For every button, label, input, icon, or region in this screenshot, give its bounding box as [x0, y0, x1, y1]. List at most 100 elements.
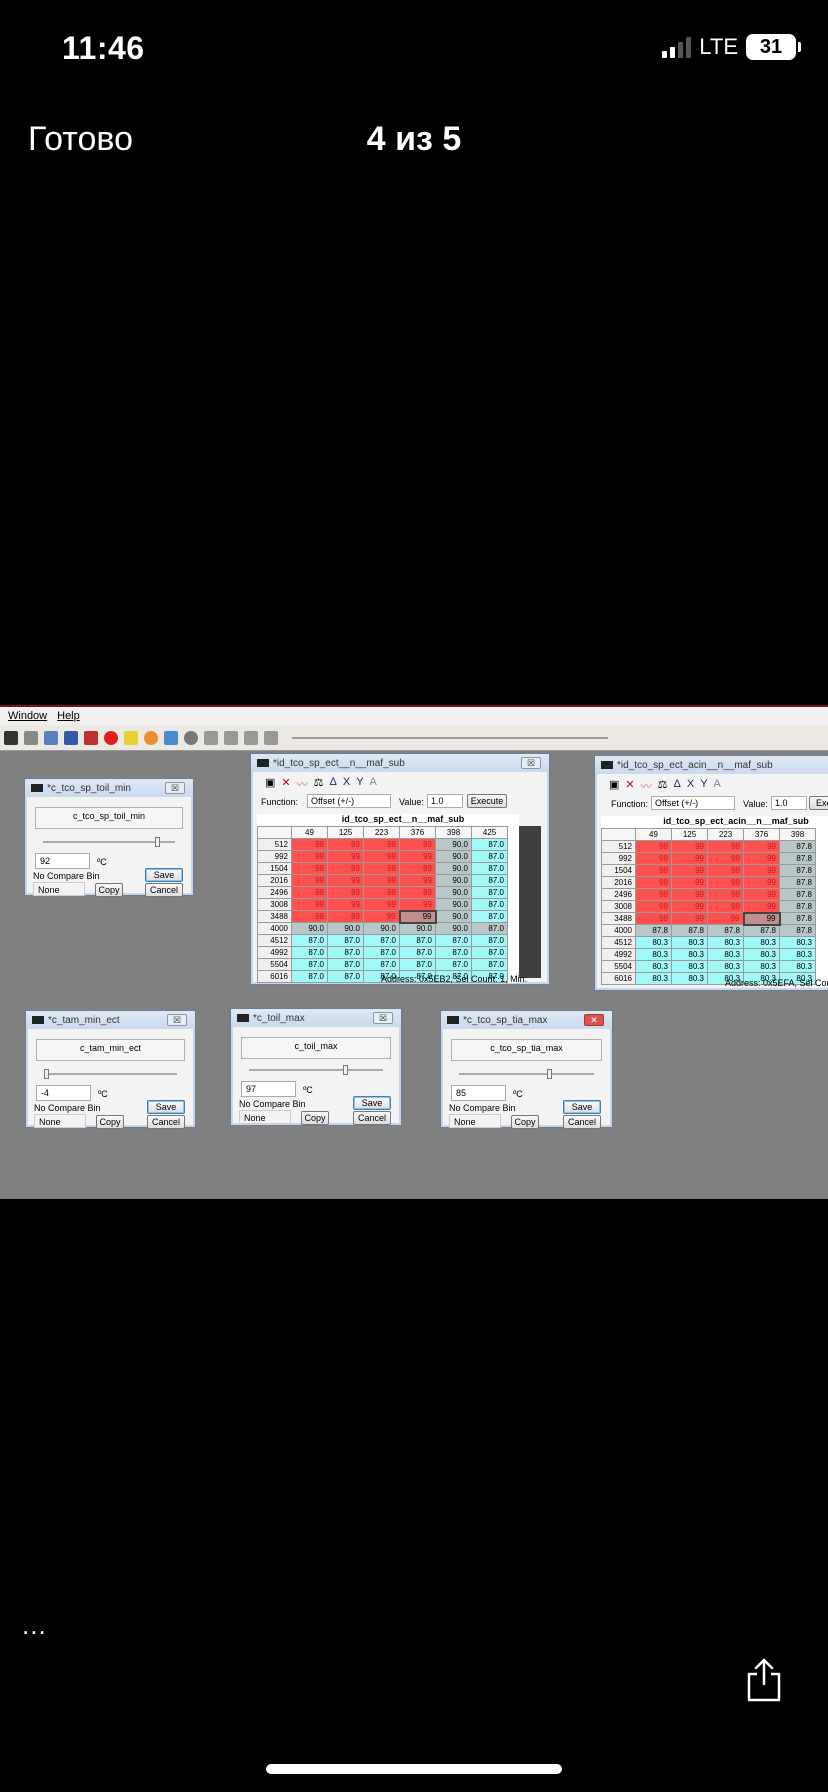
compare-select[interactable]: None — [34, 1114, 86, 1128]
table-cell[interactable]: 99 — [671, 864, 708, 877]
table-cell[interactable]: 90.0 — [435, 910, 472, 923]
close-button[interactable]: ✕ — [584, 1014, 604, 1026]
column-header[interactable]: 376 — [399, 826, 436, 839]
save-button[interactable]: Save — [147, 1100, 185, 1114]
table-cell[interactable]: 99 — [327, 862, 364, 875]
link-icon[interactable] — [44, 730, 58, 745]
play-record-icon[interactable] — [184, 730, 198, 745]
column-header[interactable]: 223 — [363, 826, 400, 839]
table-cell[interactable]: 90.0 — [435, 898, 472, 911]
save-icon[interactable]: ▣ — [609, 778, 619, 794]
column-header[interactable]: 125 — [327, 826, 364, 839]
table-cell[interactable]: 87.0 — [471, 850, 508, 863]
row-header[interactable]: 1504 — [257, 862, 292, 875]
table-cell[interactable]: 99 — [398, 909, 437, 924]
close-button[interactable]: ☒ — [167, 1014, 187, 1026]
table-cell[interactable]: 87.0 — [471, 910, 508, 923]
table-cell[interactable]: 99 — [291, 838, 328, 851]
table-cell[interactable]: 90.0 — [435, 886, 472, 899]
table-cell[interactable]: 87.0 — [291, 970, 328, 983]
row-header[interactable]: 2016 — [601, 876, 636, 889]
table-cell[interactable]: 87.0 — [399, 934, 436, 947]
close-button[interactable]: ☒ — [521, 757, 541, 769]
delta-icon[interactable]: Δ — [330, 776, 337, 792]
row-header[interactable]: 6016 — [257, 970, 292, 983]
table-cell[interactable]: 99 — [743, 900, 780, 913]
column-header[interactable]: 49 — [291, 826, 328, 839]
table-cell[interactable]: 87.0 — [291, 946, 328, 959]
table-cell[interactable]: 87.0 — [291, 958, 328, 971]
table-cell[interactable]: 87.8 — [779, 840, 816, 853]
table-cell[interactable]: 99 — [635, 840, 672, 853]
table-cell[interactable]: 99 — [707, 912, 744, 925]
share-icon[interactable] — [744, 1656, 784, 1702]
table-cell[interactable]: 80.3 — [743, 960, 780, 973]
column-header[interactable]: 223 — [707, 828, 744, 841]
table-cell[interactable]: 80.3 — [707, 936, 744, 949]
scale-icon[interactable]: ⚖ — [658, 778, 668, 794]
table-cell[interactable]: 99 — [399, 874, 436, 887]
table-cell[interactable]: 99 — [671, 852, 708, 865]
x-axis-icon[interactable]: X — [343, 776, 350, 792]
row-header[interactable]: 512 — [257, 838, 292, 851]
table-cell[interactable]: 99 — [327, 838, 364, 851]
row-header[interactable]: 1504 — [601, 864, 636, 877]
table-cell[interactable]: 99 — [707, 840, 744, 853]
table-cell[interactable]: 99 — [707, 864, 744, 877]
table-cell[interactable]: 99 — [291, 910, 328, 923]
value-input[interactable]: -4 — [36, 1085, 91, 1101]
chart-icon[interactable] — [164, 730, 178, 745]
table-cell[interactable]: 99 — [635, 864, 672, 877]
settings-icon[interactable] — [144, 730, 158, 745]
table-cell[interactable]: 99 — [399, 886, 436, 899]
scale-icon[interactable]: ⚖ — [314, 776, 324, 792]
row-header[interactable]: 4512 — [601, 936, 636, 949]
copy-button[interactable]: Copy — [511, 1115, 539, 1129]
table-cell[interactable]: 87.0 — [327, 970, 364, 983]
table-cell[interactable]: 99 — [742, 911, 781, 926]
cancel-button[interactable]: Cancel — [563, 1115, 601, 1129]
row-header[interactable]: 5504 — [257, 958, 292, 971]
stop-icon[interactable] — [244, 730, 258, 745]
row-header[interactable]: 512 — [601, 840, 636, 853]
row-header[interactable]: 4992 — [257, 946, 292, 959]
table-cell[interactable]: 87.0 — [471, 898, 508, 911]
column-header[interactable]: 398 — [779, 828, 816, 841]
table-cell[interactable]: 99 — [671, 912, 708, 925]
table-cell[interactable]: 99 — [399, 898, 436, 911]
table-cell[interactable]: 80.3 — [779, 936, 816, 949]
table-cell[interactable]: 99 — [635, 888, 672, 901]
table-cell[interactable]: 99 — [635, 900, 672, 913]
table-cell[interactable]: 99 — [291, 850, 328, 863]
table-cell[interactable]: 80.3 — [671, 960, 708, 973]
more-button[interactable]: ... — [22, 1610, 47, 1641]
table-cell[interactable]: 87.0 — [471, 874, 508, 887]
table-cell[interactable]: 87.0 — [471, 838, 508, 851]
folder-icon[interactable] — [124, 730, 138, 745]
table-cell[interactable]: 99 — [399, 838, 436, 851]
execute-button[interactable]: Exec — [809, 796, 828, 810]
value-input[interactable]: 97 — [241, 1081, 296, 1097]
table-cell[interactable]: 80.3 — [671, 936, 708, 949]
table-cell[interactable]: 87.0 — [435, 934, 472, 947]
table-cell[interactable]: 87.0 — [363, 946, 400, 959]
table-cell[interactable]: 99 — [635, 852, 672, 865]
x-axis-icon[interactable]: X — [687, 778, 694, 794]
close-button[interactable]: ☒ — [373, 1012, 393, 1024]
column-header[interactable]: 125 — [671, 828, 708, 841]
table-cell[interactable]: 90.0 — [363, 922, 400, 935]
table-cell[interactable]: 99 — [743, 876, 780, 889]
font-icon[interactable]: A — [370, 776, 377, 792]
playback-slider[interactable] — [292, 737, 608, 739]
row-header[interactable]: 4992 — [601, 948, 636, 961]
delete-icon[interactable]: ✕ — [625, 778, 634, 794]
chip-icon[interactable] — [24, 730, 38, 745]
value-input[interactable]: 85 — [451, 1085, 506, 1101]
table-cell[interactable]: 80.3 — [671, 972, 708, 985]
row-header[interactable]: 6016 — [601, 972, 636, 985]
execute-button[interactable]: Execute — [467, 794, 507, 808]
table-cell[interactable]: 80.3 — [743, 936, 780, 949]
row-header[interactable]: 992 — [601, 852, 636, 865]
table-cell[interactable]: 90.0 — [435, 874, 472, 887]
cancel-button[interactable]: Cancel — [147, 1115, 185, 1129]
